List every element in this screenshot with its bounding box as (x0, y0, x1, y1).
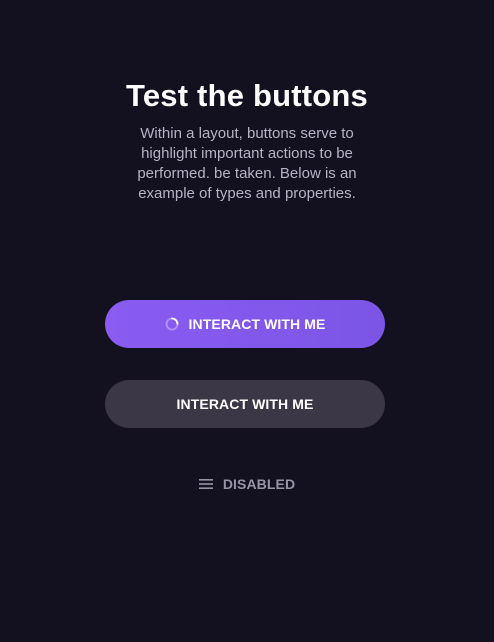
menu-lines-icon (198, 479, 213, 489)
primary-button[interactable]: INTERACT WITH ME (105, 300, 385, 348)
secondary-button[interactable]: INTERACT WITH ME (105, 380, 385, 428)
primary-button-label: INTERACT WITH ME (188, 316, 326, 332)
secondary-button-label: INTERACT WITH ME (176, 396, 314, 412)
page-description: Within a layout, buttons serve to highli… (137, 125, 357, 202)
loading-spinner-icon (165, 317, 178, 331)
disabled-button: DISABLED (0, 474, 494, 494)
disabled-button-label: DISABLED (222, 476, 296, 492)
page-container: Test the buttons Within a layout, button… (0, 0, 494, 642)
page-title: Test the buttons (126, 78, 368, 113)
